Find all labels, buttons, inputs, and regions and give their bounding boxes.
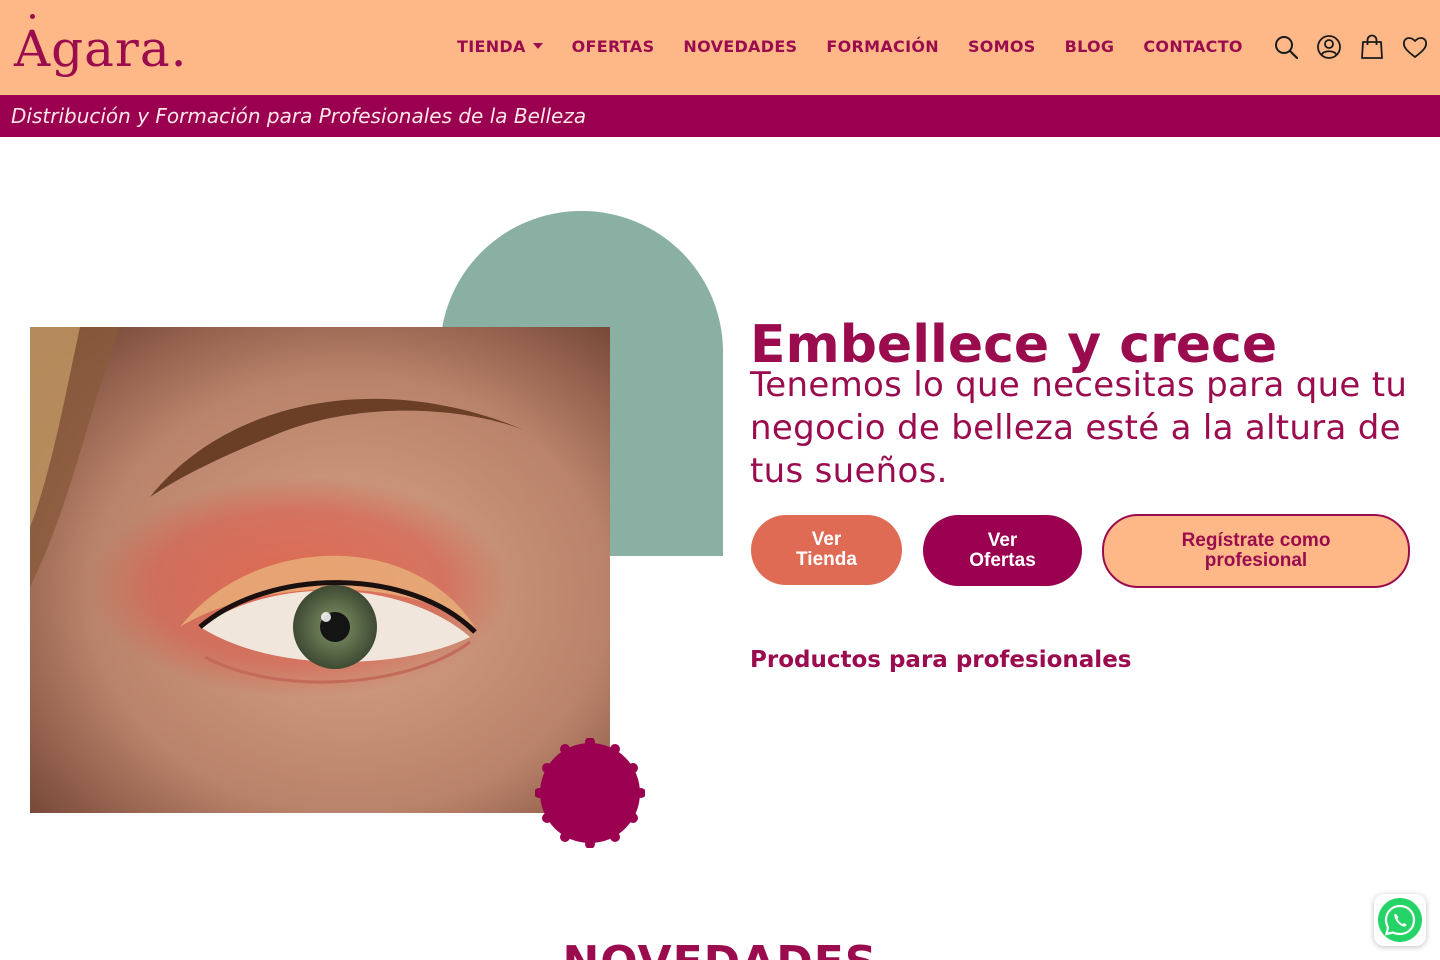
whatsapp-icon xyxy=(1378,898,1422,942)
site-header: Agara. TIENDA OFERTAS NOVEDADES FORMACIÓ… xyxy=(0,0,1440,95)
products-professionals-link[interactable]: Productos para profesionales xyxy=(750,647,1131,673)
nav-item-formacion[interactable]: FORMACIÓN xyxy=(826,37,939,56)
nav-item-somos[interactable]: SOMOS xyxy=(968,37,1036,56)
nav-item-label: TIENDA xyxy=(457,36,526,56)
user-account-icon[interactable] xyxy=(1315,33,1343,61)
logo-accent xyxy=(30,14,35,19)
eye-closeup-illustration xyxy=(30,327,610,813)
nav-item-label: FORMACIÓN xyxy=(826,36,939,56)
register-professional-button[interactable]: Regístrate como profesional xyxy=(1102,514,1410,588)
nav-item-blog[interactable]: BLOG xyxy=(1065,37,1115,56)
header-icons xyxy=(1272,33,1429,61)
nav-item-label: NOVEDADES xyxy=(683,36,798,56)
ver-ofertas-label: Ver Ofertas xyxy=(969,529,1036,571)
tagline-bar: Distribución y Formación para Profesiona… xyxy=(0,95,1440,137)
ver-tienda-button[interactable]: Ver Tienda xyxy=(751,515,902,585)
main-nav: TIENDA OFERTAS NOVEDADES FORMACIÓN SOMOS… xyxy=(457,34,1243,58)
wishlist-heart-icon[interactable] xyxy=(1401,33,1429,61)
nav-item-contacto[interactable]: CONTACTO xyxy=(1143,37,1242,56)
nav-item-ofertas[interactable]: OFERTAS xyxy=(572,37,655,56)
decorative-scalloped-badge xyxy=(535,738,645,848)
shopping-bag-icon[interactable] xyxy=(1358,33,1386,61)
chevron-down-icon xyxy=(532,43,543,49)
tagline-text: Distribución y Formación para Profesiona… xyxy=(11,104,587,128)
ver-tienda-label: Ver Tienda xyxy=(796,529,857,570)
nav-item-novedades[interactable]: NOVEDADES xyxy=(683,37,797,56)
nav-item-label: SOMOS xyxy=(967,36,1036,56)
nav-item-label: BLOG xyxy=(1064,36,1115,56)
ver-ofertas-button[interactable]: Ver Ofertas xyxy=(923,515,1082,586)
nav-item-label: CONTACTO xyxy=(1143,36,1243,56)
brand-logo[interactable]: Agara. xyxy=(14,14,188,84)
brand-name: Agara. xyxy=(14,20,188,78)
nav-item-label: OFERTAS xyxy=(571,36,655,56)
hero-image xyxy=(30,327,610,813)
register-professional-label: Regístrate como profesional xyxy=(1181,530,1331,571)
hero-subtitle: Tenemos lo que necesitas para que tu neg… xyxy=(750,365,1408,491)
section-title-novedades: NOVEDADES xyxy=(0,938,1440,960)
whatsapp-chat-button[interactable] xyxy=(1374,894,1426,946)
search-icon[interactable] xyxy=(1272,33,1300,61)
nav-item-tienda[interactable]: TIENDA xyxy=(457,37,543,56)
